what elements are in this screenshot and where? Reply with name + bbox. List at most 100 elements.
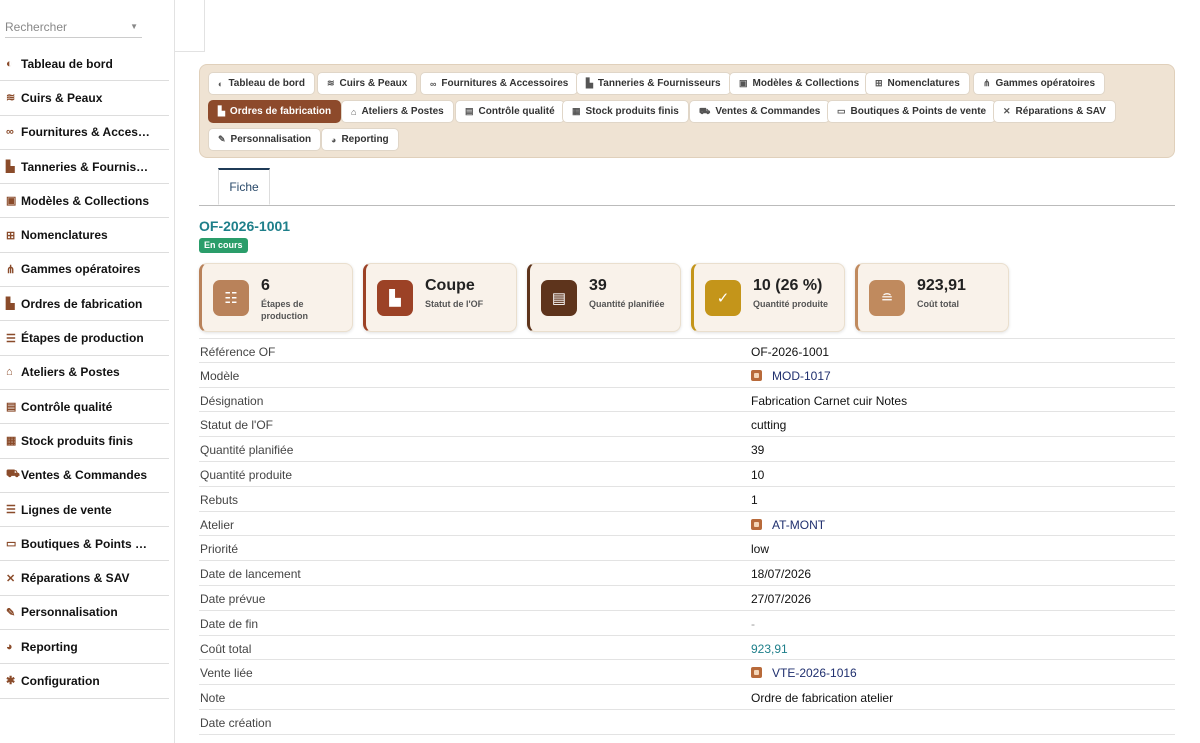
sidebar-item[interactable]: ✎ Personnalisation bbox=[0, 596, 169, 631]
tab-icon: ∞ bbox=[430, 78, 437, 89]
kpi-card: ☷ 6 Étapes de production bbox=[199, 263, 353, 332]
route-icon: ⋔ bbox=[6, 263, 16, 276]
sidebar-item[interactable]: ✕ Réparations & SAV bbox=[0, 561, 169, 596]
sidebar-item-label: Boutiques & Points … bbox=[21, 536, 147, 551]
list-check-icon: ☰ bbox=[6, 332, 16, 345]
module-tab-label: Réparations & SAV bbox=[1015, 106, 1106, 117]
link-icon: ∞ bbox=[6, 126, 14, 139]
field-link-text[interactable]: AT-MONT bbox=[772, 518, 825, 532]
sidebar-item[interactable]: ☰ Lignes de vente bbox=[0, 493, 169, 528]
field-label: Quantité produite bbox=[200, 467, 293, 482]
tab-fiche[interactable]: Fiche bbox=[218, 168, 270, 205]
list-icon: ☰ bbox=[6, 504, 16, 516]
sidebar-item-label: Reporting bbox=[21, 639, 78, 654]
sitemap-icon: ⊞ bbox=[6, 229, 16, 242]
module-tab[interactable]: ≋ Cuirs & Peaux bbox=[317, 72, 418, 95]
tab-icon: ✎ bbox=[218, 134, 226, 144]
sidebar-item[interactable]: ▣ Modèles & Collections bbox=[0, 184, 169, 219]
sidebar-item-label: Étapes de production bbox=[21, 331, 144, 346]
field-value[interactable]: AT-MONT bbox=[751, 518, 825, 532]
search-input[interactable]: Rechercher ▼ bbox=[5, 14, 142, 38]
gauge-icon: ◐ bbox=[6, 57, 13, 70]
sidebar-item[interactable]: ⛟ Ventes & Commandes bbox=[0, 459, 169, 493]
sidebar-item[interactable]: ▭ Boutiques & Points … bbox=[0, 527, 169, 562]
field-link-text[interactable]: VTE-2026-1016 bbox=[772, 666, 857, 680]
detail-row: Référence OF OF-2026-1001 bbox=[199, 338, 1175, 363]
record-link-icon bbox=[751, 667, 762, 679]
sidebar-item[interactable]: ≋ Cuirs & Peaux bbox=[0, 81, 169, 116]
detail-row: Priorité low bbox=[199, 536, 1175, 562]
sidebar-item[interactable]: ▦ Stock produits finis bbox=[0, 424, 169, 459]
sidebar-item[interactable]: ▙ Tanneries & Fournis… bbox=[0, 150, 169, 185]
detail-row: Date de lancement 18/07/2026 bbox=[199, 561, 1175, 586]
tab-icon: ◕ bbox=[331, 134, 337, 145]
module-tab[interactable]: ◐ Tableau de bord bbox=[208, 72, 315, 95]
field-value[interactable]: VTE-2026-1016 bbox=[751, 666, 857, 680]
cart-icon: ⛟ bbox=[6, 468, 20, 481]
sidebar-item-label: Gammes opératoires bbox=[21, 262, 141, 277]
detail-row: Quantité produite 10 bbox=[199, 462, 1175, 487]
module-tab[interactable]: ⋔ Gammes opératoires bbox=[973, 72, 1106, 95]
field-value: Ordre de fabrication atelier bbox=[751, 691, 894, 706]
field-label: Modèle bbox=[200, 368, 240, 383]
field-link-text[interactable]: MOD-1017 bbox=[772, 369, 831, 383]
module-tab[interactable]: ▦ Stock produits finis bbox=[562, 100, 689, 123]
sidebar-item[interactable]: ⌂ Ateliers & Postes bbox=[0, 356, 169, 390]
field-label: Coût total bbox=[200, 641, 252, 656]
record-link-icon bbox=[751, 369, 762, 381]
sidebar-item[interactable]: ☰ Étapes de production bbox=[0, 321, 169, 356]
sidebar-item-label: Stock produits finis bbox=[21, 433, 134, 448]
module-tab-label: Nomenclatures bbox=[887, 78, 960, 89]
module-tab[interactable]: ⛟ Ventes & Commandes bbox=[689, 100, 831, 123]
record-link-icon bbox=[751, 518, 762, 530]
module-tab[interactable]: ▣ Modèles & Collections bbox=[729, 72, 870, 95]
industry-icon: ▙ bbox=[6, 161, 15, 174]
sidebar-item[interactable]: ∞ Fournitures & Acces… bbox=[0, 116, 169, 150]
module-tab[interactable]: ▤ Contrôle qualité bbox=[455, 100, 565, 123]
module-tab[interactable]: ✕ Réparations & SAV bbox=[993, 100, 1116, 123]
kpi-label: Quantité planifiée bbox=[589, 299, 665, 309]
field-label: Atelier bbox=[200, 517, 235, 532]
field-value: 27/07/2026 bbox=[751, 591, 812, 606]
module-tab[interactable]: ▭ Boutiques & Points de vente bbox=[827, 100, 997, 123]
sidebar-item[interactable]: ◐ Tableau de bord bbox=[0, 47, 169, 82]
sidebar-item[interactable]: ▙ Ordres de fabrication bbox=[0, 287, 169, 322]
kpi-value: 39 bbox=[589, 277, 607, 294]
module-tab[interactable]: ∞ Fournitures & Accessoires bbox=[420, 72, 579, 95]
sidebar-item[interactable]: ⊞ Nomenclatures bbox=[0, 218, 169, 253]
chevron-down-icon[interactable]: ▼ bbox=[130, 22, 138, 31]
module-tab[interactable]: ▙ Tanneries & Fournisseurs bbox=[576, 72, 731, 95]
field-value[interactable]: MOD-1017 bbox=[751, 369, 831, 383]
detail-row: Atelier AT-MONT bbox=[199, 512, 1175, 537]
module-tab-label: Gammes opératoires bbox=[995, 78, 1096, 89]
sidebar-item[interactable]: ⋔ Gammes opératoires bbox=[0, 253, 169, 288]
field-label: Vente liée bbox=[200, 666, 253, 681]
pen-icon: ✎ bbox=[6, 606, 16, 619]
store-icon: ▭ bbox=[6, 538, 17, 551]
module-tab-label: Tanneries & Fournisseurs bbox=[597, 78, 721, 89]
field-label: Quantité planifiée bbox=[200, 443, 294, 458]
sidebar-item[interactable]: ✱ Configuration bbox=[0, 664, 169, 699]
search-placeholder: Rechercher bbox=[5, 20, 68, 34]
kpi-card: ✓ 10 (26 %) Quantité produite bbox=[691, 263, 845, 332]
field-label: Référence OF bbox=[200, 345, 276, 359]
module-tab[interactable]: ⌂ Ateliers & Postes bbox=[341, 100, 454, 123]
module-tab[interactable]: ✎ Personnalisation bbox=[208, 128, 322, 151]
module-tab-label: Fournitures & Accessoires bbox=[441, 78, 569, 89]
sidebar-item-label: Réparations & SAV bbox=[21, 571, 130, 586]
sidebar-item[interactable]: ▤ Contrôle qualité bbox=[0, 390, 169, 425]
detail-row: Désignation Fabrication Carnet cuir Notes bbox=[199, 388, 1175, 413]
field-label: Désignation bbox=[200, 393, 264, 408]
field-label: Priorité bbox=[200, 542, 239, 557]
sidebar-item[interactable]: ◕ Reporting bbox=[0, 630, 169, 665]
module-tab[interactable]: ◕ Reporting bbox=[321, 128, 399, 151]
detail-row: Modèle MOD-1017 bbox=[199, 363, 1175, 388]
kpi-value: Coupe bbox=[425, 277, 475, 294]
tab-icon: ▙ bbox=[586, 78, 593, 88]
module-tab[interactable]: ⊞ Nomenclatures bbox=[865, 72, 970, 95]
detail-row: Date création bbox=[199, 710, 1175, 735]
sidebar-item-label: Ordres de fabrication bbox=[21, 296, 143, 311]
sidebar-item-label: Modèles & Collections bbox=[21, 193, 150, 208]
module-tab[interactable]: ▙ Ordres de fabrication bbox=[208, 100, 342, 123]
tab-divider bbox=[199, 205, 1175, 206]
